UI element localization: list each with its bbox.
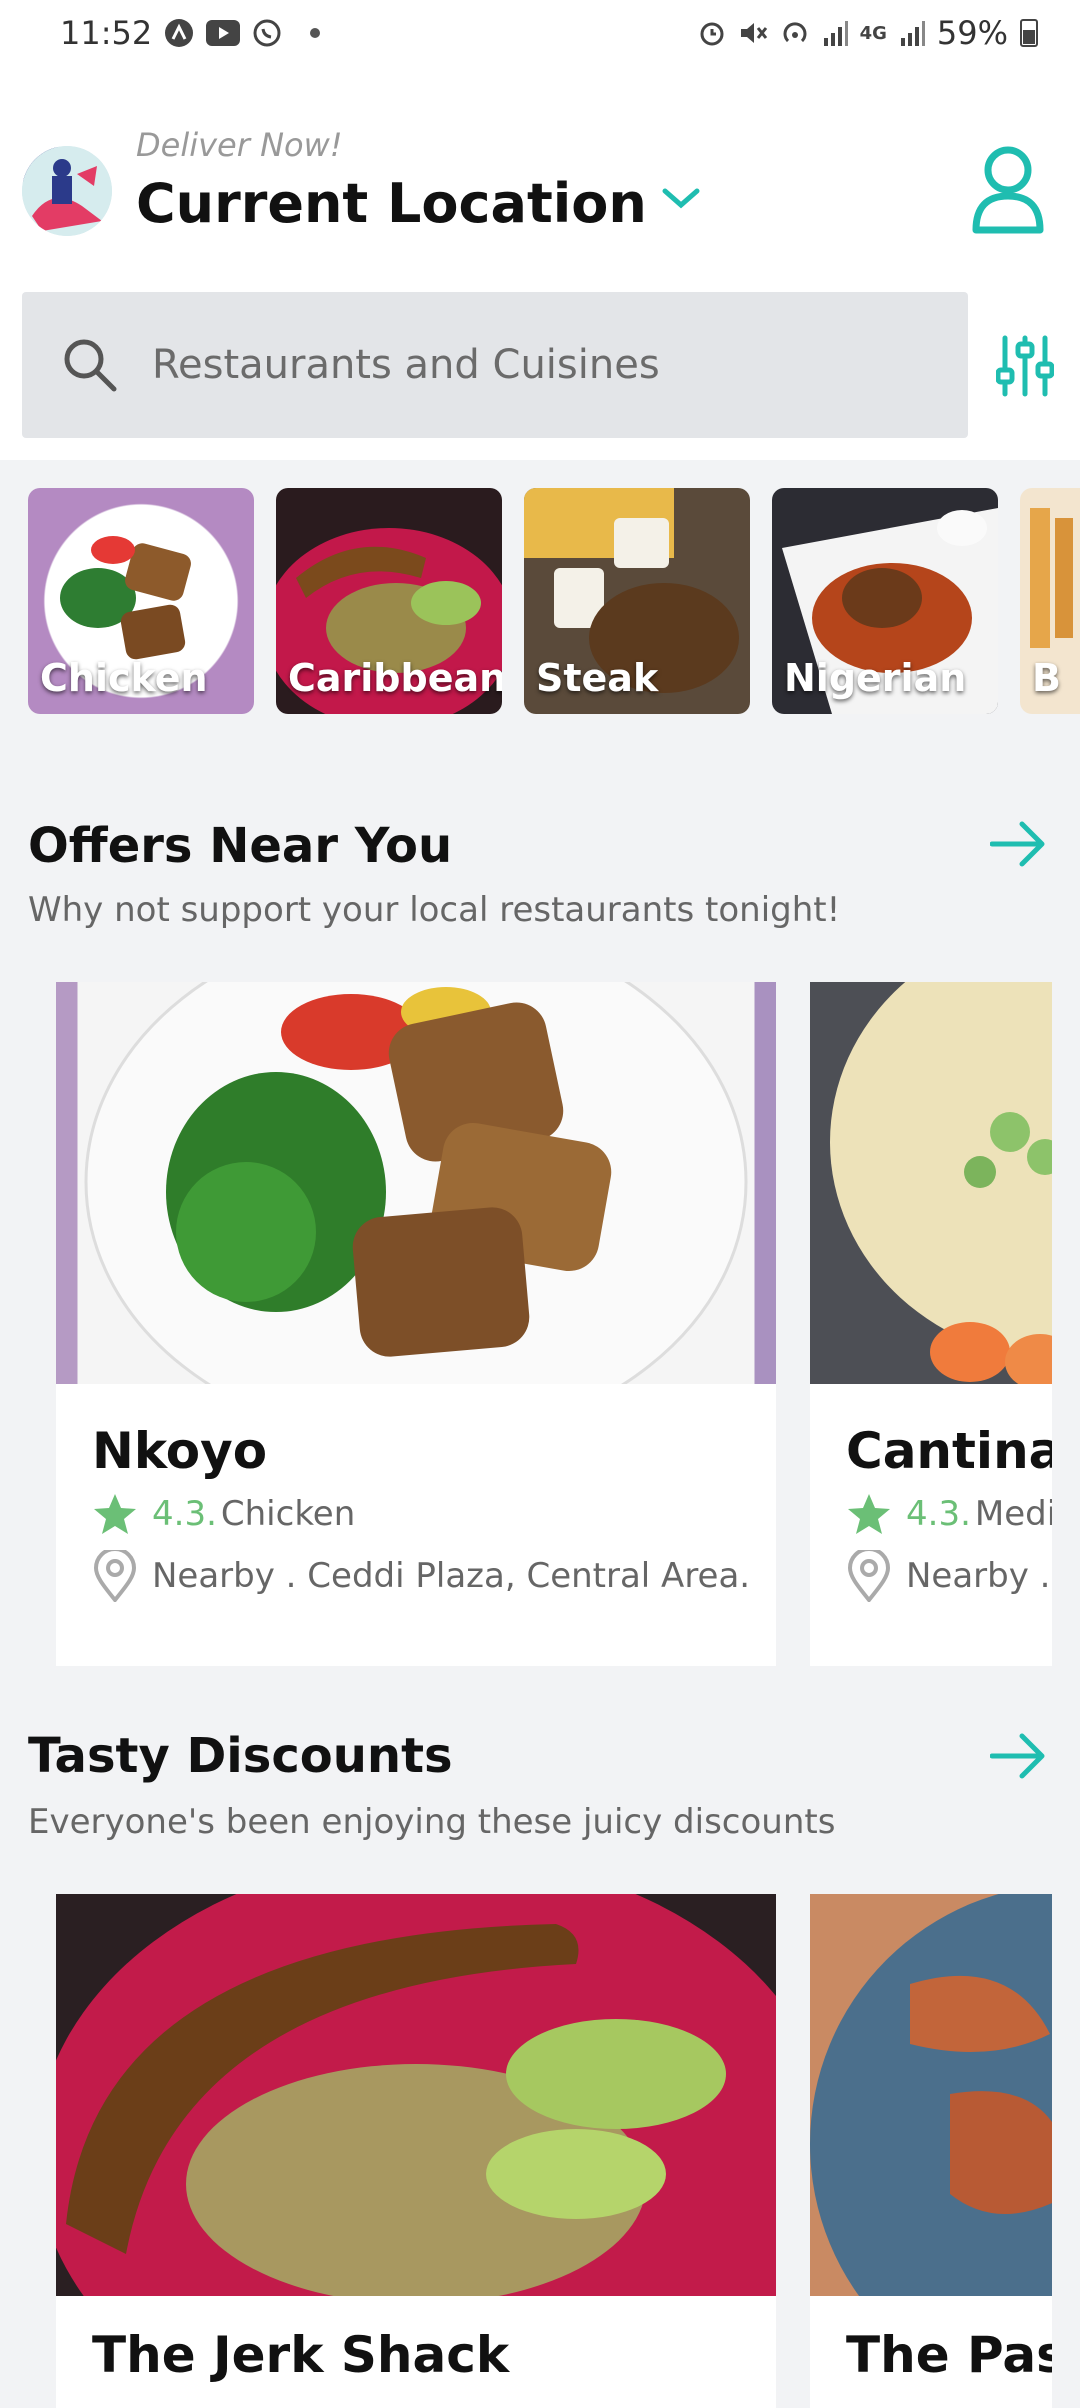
search-bar[interactable] xyxy=(22,292,968,438)
mute-icon xyxy=(738,19,768,47)
chevron-down-icon xyxy=(661,176,701,220)
alarm-icon xyxy=(698,19,726,47)
cuisine-tile-nigerian[interactable]: Nigerian xyxy=(772,488,998,714)
location-selector[interactable]: Current Location xyxy=(136,172,701,235)
restaurant-address: Nearby . Ceddi Plaza, Central Area. xyxy=(92,1550,750,1602)
location-pin-icon xyxy=(93,1550,137,1602)
restaurant-address-text: Nearby . xyxy=(906,1556,1051,1596)
offers-see-all-arrow-icon[interactable] xyxy=(990,820,1046,868)
restaurant-category: Chicken xyxy=(220,1494,356,1534)
cuisine-label: Chicken xyxy=(40,656,208,700)
cuisine-label: Caribbean xyxy=(288,656,502,700)
offers-section-title: Offers Near You xyxy=(28,818,453,874)
restaurant-photo xyxy=(56,1894,776,2408)
discounts-see-all-arrow-icon[interactable] xyxy=(990,1732,1046,1780)
more-notifications-dot xyxy=(310,28,321,38)
restaurant-address: Nearby . xyxy=(846,1550,1050,1602)
restaurant-name: The Jerk Shack xyxy=(92,2326,510,2384)
notification-a-icon xyxy=(164,18,194,48)
deliver-now-label: Deliver Now! xyxy=(136,126,343,164)
discounts-section-title: Tasty Discounts xyxy=(28,1728,453,1784)
cuisine-tile-chicken[interactable]: Chicken xyxy=(28,488,254,714)
filter-sliders-icon xyxy=(995,335,1055,397)
star-icon xyxy=(848,1494,890,1534)
restaurant-name: Nkoyo xyxy=(92,1422,268,1480)
star-icon xyxy=(94,1494,136,1534)
restaurant-photo xyxy=(810,1894,1052,2404)
cuisine-tile-b[interactable]: B xyxy=(1020,488,1080,714)
4g-icon: 4G xyxy=(859,22,887,44)
offers-section-subtitle: Why not support your local restaurants t… xyxy=(28,890,841,930)
restaurant-name: Cantina xyxy=(846,1422,1052,1480)
cuisine-tile-caribbean[interactable]: Caribbean xyxy=(276,488,502,714)
restaurant-address-text: Nearby . Ceddi Plaza, Central Area. xyxy=(152,1556,751,1596)
restaurant-card-pash[interactable]: The Pash xyxy=(810,1894,1052,2408)
restaurant-card-cantina[interactable]: Cantina 4.3. Medi Nearby . xyxy=(810,982,1052,1666)
profile-button[interactable] xyxy=(970,144,1046,236)
app-logo-avatar[interactable] xyxy=(22,146,112,236)
user-icon xyxy=(972,146,1044,234)
cuisine-label: Nigerian xyxy=(784,656,967,700)
location-label: Current Location xyxy=(136,172,647,235)
discounts-section-subtitle: Everyone's been enjoying these juicy dis… xyxy=(28,1802,836,1842)
hotspot-icon xyxy=(780,19,810,47)
header: Deliver Now! Current Location xyxy=(0,66,1080,460)
restaurant-name: The Pash xyxy=(846,2326,1052,2384)
battery-icon xyxy=(1020,19,1038,47)
restaurant-photo xyxy=(56,982,776,1444)
cuisine-label: B xyxy=(1032,656,1061,700)
status-bar: 11:52 4G 59% xyxy=(0,0,1080,66)
filter-button[interactable] xyxy=(995,334,1055,398)
search-icon xyxy=(64,339,117,392)
search-input[interactable] xyxy=(150,341,934,389)
cuisine-label: Steak xyxy=(536,656,659,700)
youtube-icon xyxy=(206,20,241,46)
cuisine-carousel[interactable]: Chicken Caribbean Steak Nigerian B xyxy=(28,488,1080,714)
restaurant-category: Medi xyxy=(974,1494,1052,1534)
restaurant-card-nkoyo[interactable]: Nkoyo 4.3. Chicken Nearby . Ceddi Plaza, … xyxy=(56,982,776,1666)
restaurant-rating: 4.3. xyxy=(152,1494,217,1534)
signal-icon xyxy=(899,20,925,46)
restaurant-rating: 4.3. xyxy=(906,1494,971,1534)
restaurant-photo xyxy=(810,982,1052,1390)
battery-percent: 59% xyxy=(936,14,1008,52)
restaurant-card-jerk-shack[interactable]: The Jerk Shack xyxy=(56,1894,776,2408)
restaurant-meta: 4.3. Medi xyxy=(846,1492,1052,1536)
location-pin-icon xyxy=(847,1550,891,1602)
signal-icon xyxy=(822,20,848,46)
cuisine-tile-steak[interactable]: Steak xyxy=(524,488,750,714)
clock: 11:52 xyxy=(60,14,153,52)
restaurant-meta: 4.3. Chicken xyxy=(92,1492,355,1536)
whatsapp-icon xyxy=(252,18,282,48)
